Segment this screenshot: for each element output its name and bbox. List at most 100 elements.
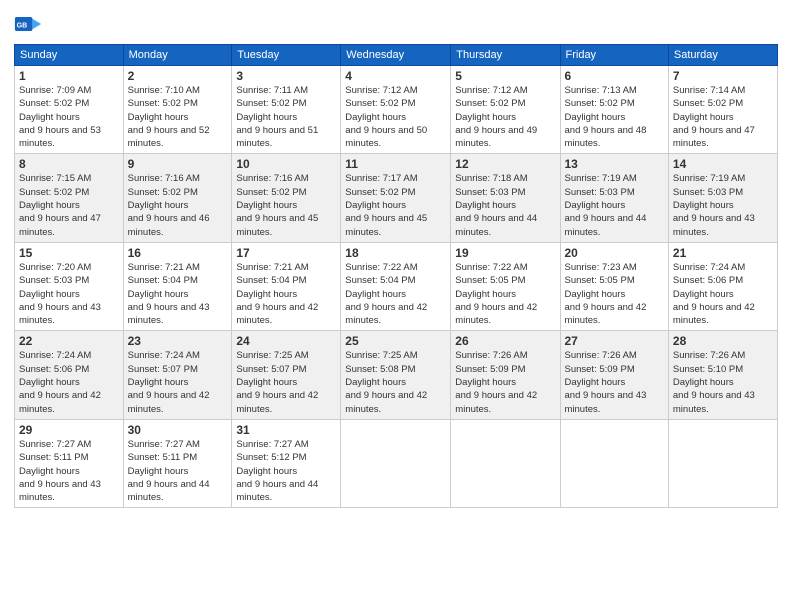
day-info: Sunrise: 7:11 AM Sunset: 5:02 PM Dayligh… <box>236 84 336 150</box>
col-monday: Monday <box>123 45 232 66</box>
table-row: 8 Sunrise: 7:15 AM Sunset: 5:02 PM Dayli… <box>15 154 124 242</box>
day-info: Sunrise: 7:12 AM Sunset: 5:02 PM Dayligh… <box>455 84 555 150</box>
day-info: Sunrise: 7:17 AM Sunset: 5:02 PM Dayligh… <box>345 172 446 238</box>
day-info: Sunrise: 7:19 AM Sunset: 5:03 PM Dayligh… <box>673 172 773 238</box>
day-number: 11 <box>345 157 446 171</box>
day-number: 22 <box>19 334 119 348</box>
table-row: 28 Sunrise: 7:26 AM Sunset: 5:10 PM Dayl… <box>668 331 777 419</box>
day-info: Sunrise: 7:21 AM Sunset: 5:04 PM Dayligh… <box>128 261 228 327</box>
table-row: 11 Sunrise: 7:17 AM Sunset: 5:02 PM Dayl… <box>341 154 451 242</box>
table-row: 19 Sunrise: 7:22 AM Sunset: 5:05 PM Dayl… <box>451 242 560 330</box>
table-row <box>451 419 560 507</box>
calendar-week-row: 8 Sunrise: 7:15 AM Sunset: 5:02 PM Dayli… <box>15 154 778 242</box>
day-number: 14 <box>673 157 773 171</box>
day-number: 27 <box>565 334 664 348</box>
table-row: 3 Sunrise: 7:11 AM Sunset: 5:02 PM Dayli… <box>232 66 341 154</box>
day-info: Sunrise: 7:16 AM Sunset: 5:02 PM Dayligh… <box>128 172 228 238</box>
day-number: 3 <box>236 69 336 83</box>
day-number: 23 <box>128 334 228 348</box>
table-row: 18 Sunrise: 7:22 AM Sunset: 5:04 PM Dayl… <box>341 242 451 330</box>
day-number: 7 <box>673 69 773 83</box>
table-row: 24 Sunrise: 7:25 AM Sunset: 5:07 PM Dayl… <box>232 331 341 419</box>
day-info: Sunrise: 7:24 AM Sunset: 5:06 PM Dayligh… <box>19 349 119 415</box>
table-row: 6 Sunrise: 7:13 AM Sunset: 5:02 PM Dayli… <box>560 66 668 154</box>
calendar-week-row: 1 Sunrise: 7:09 AM Sunset: 5:02 PM Dayli… <box>15 66 778 154</box>
col-friday: Friday <box>560 45 668 66</box>
table-row: 31 Sunrise: 7:27 AM Sunset: 5:12 PM Dayl… <box>232 419 341 507</box>
day-number: 29 <box>19 423 119 437</box>
table-row: 30 Sunrise: 7:27 AM Sunset: 5:11 PM Dayl… <box>123 419 232 507</box>
day-number: 28 <box>673 334 773 348</box>
day-info: Sunrise: 7:26 AM Sunset: 5:10 PM Dayligh… <box>673 349 773 415</box>
day-number: 16 <box>128 246 228 260</box>
table-row: 13 Sunrise: 7:19 AM Sunset: 5:03 PM Dayl… <box>560 154 668 242</box>
day-number: 4 <box>345 69 446 83</box>
logo: GB <box>14 10 46 38</box>
col-wednesday: Wednesday <box>341 45 451 66</box>
col-tuesday: Tuesday <box>232 45 341 66</box>
table-row: 17 Sunrise: 7:21 AM Sunset: 5:04 PM Dayl… <box>232 242 341 330</box>
table-row: 23 Sunrise: 7:24 AM Sunset: 5:07 PM Dayl… <box>123 331 232 419</box>
day-number: 30 <box>128 423 228 437</box>
col-thursday: Thursday <box>451 45 560 66</box>
day-number: 19 <box>455 246 555 260</box>
day-info: Sunrise: 7:18 AM Sunset: 5:03 PM Dayligh… <box>455 172 555 238</box>
day-number: 1 <box>19 69 119 83</box>
table-row: 20 Sunrise: 7:23 AM Sunset: 5:05 PM Dayl… <box>560 242 668 330</box>
day-number: 6 <box>565 69 664 83</box>
day-info: Sunrise: 7:21 AM Sunset: 5:04 PM Dayligh… <box>236 261 336 327</box>
table-row: 4 Sunrise: 7:12 AM Sunset: 5:02 PM Dayli… <box>341 66 451 154</box>
day-info: Sunrise: 7:19 AM Sunset: 5:03 PM Dayligh… <box>565 172 664 238</box>
table-row: 21 Sunrise: 7:24 AM Sunset: 5:06 PM Dayl… <box>668 242 777 330</box>
day-number: 17 <box>236 246 336 260</box>
calendar-table: Sunday Monday Tuesday Wednesday Thursday… <box>14 44 778 508</box>
table-row <box>341 419 451 507</box>
day-info: Sunrise: 7:15 AM Sunset: 5:02 PM Dayligh… <box>19 172 119 238</box>
day-number: 10 <box>236 157 336 171</box>
table-row: 7 Sunrise: 7:14 AM Sunset: 5:02 PM Dayli… <box>668 66 777 154</box>
table-row: 12 Sunrise: 7:18 AM Sunset: 5:03 PM Dayl… <box>451 154 560 242</box>
col-sunday: Sunday <box>15 45 124 66</box>
logo-icon: GB <box>14 10 42 38</box>
day-number: 8 <box>19 157 119 171</box>
day-number: 31 <box>236 423 336 437</box>
table-row: 22 Sunrise: 7:24 AM Sunset: 5:06 PM Dayl… <box>15 331 124 419</box>
day-info: Sunrise: 7:22 AM Sunset: 5:05 PM Dayligh… <box>455 261 555 327</box>
table-row: 5 Sunrise: 7:12 AM Sunset: 5:02 PM Dayli… <box>451 66 560 154</box>
day-info: Sunrise: 7:25 AM Sunset: 5:07 PM Dayligh… <box>236 349 336 415</box>
day-info: Sunrise: 7:24 AM Sunset: 5:06 PM Dayligh… <box>673 261 773 327</box>
table-row <box>560 419 668 507</box>
table-row: 25 Sunrise: 7:25 AM Sunset: 5:08 PM Dayl… <box>341 331 451 419</box>
table-row: 2 Sunrise: 7:10 AM Sunset: 5:02 PM Dayli… <box>123 66 232 154</box>
day-info: Sunrise: 7:23 AM Sunset: 5:05 PM Dayligh… <box>565 261 664 327</box>
day-number: 25 <box>345 334 446 348</box>
day-number: 9 <box>128 157 228 171</box>
calendar-week-row: 15 Sunrise: 7:20 AM Sunset: 5:03 PM Dayl… <box>15 242 778 330</box>
day-info: Sunrise: 7:20 AM Sunset: 5:03 PM Dayligh… <box>19 261 119 327</box>
day-number: 20 <box>565 246 664 260</box>
table-row: 29 Sunrise: 7:27 AM Sunset: 5:11 PM Dayl… <box>15 419 124 507</box>
table-row: 9 Sunrise: 7:16 AM Sunset: 5:02 PM Dayli… <box>123 154 232 242</box>
day-number: 12 <box>455 157 555 171</box>
calendar-header-row: Sunday Monday Tuesday Wednesday Thursday… <box>15 45 778 66</box>
table-row: 26 Sunrise: 7:26 AM Sunset: 5:09 PM Dayl… <box>451 331 560 419</box>
table-row: 14 Sunrise: 7:19 AM Sunset: 5:03 PM Dayl… <box>668 154 777 242</box>
day-number: 21 <box>673 246 773 260</box>
day-info: Sunrise: 7:10 AM Sunset: 5:02 PM Dayligh… <box>128 84 228 150</box>
svg-text:GB: GB <box>17 23 28 30</box>
table-row: 1 Sunrise: 7:09 AM Sunset: 5:02 PM Dayli… <box>15 66 124 154</box>
day-info: Sunrise: 7:27 AM Sunset: 5:11 PM Dayligh… <box>19 438 119 504</box>
day-number: 2 <box>128 69 228 83</box>
day-info: Sunrise: 7:27 AM Sunset: 5:12 PM Dayligh… <box>236 438 336 504</box>
table-row: 15 Sunrise: 7:20 AM Sunset: 5:03 PM Dayl… <box>15 242 124 330</box>
page: GB Sunday Monday Tuesday Wednesday Thurs… <box>0 0 792 612</box>
day-info: Sunrise: 7:27 AM Sunset: 5:11 PM Dayligh… <box>128 438 228 504</box>
day-info: Sunrise: 7:16 AM Sunset: 5:02 PM Dayligh… <box>236 172 336 238</box>
calendar-week-row: 29 Sunrise: 7:27 AM Sunset: 5:11 PM Dayl… <box>15 419 778 507</box>
day-number: 15 <box>19 246 119 260</box>
day-info: Sunrise: 7:24 AM Sunset: 5:07 PM Dayligh… <box>128 349 228 415</box>
day-number: 18 <box>345 246 446 260</box>
day-number: 26 <box>455 334 555 348</box>
day-info: Sunrise: 7:12 AM Sunset: 5:02 PM Dayligh… <box>345 84 446 150</box>
table-row <box>668 419 777 507</box>
